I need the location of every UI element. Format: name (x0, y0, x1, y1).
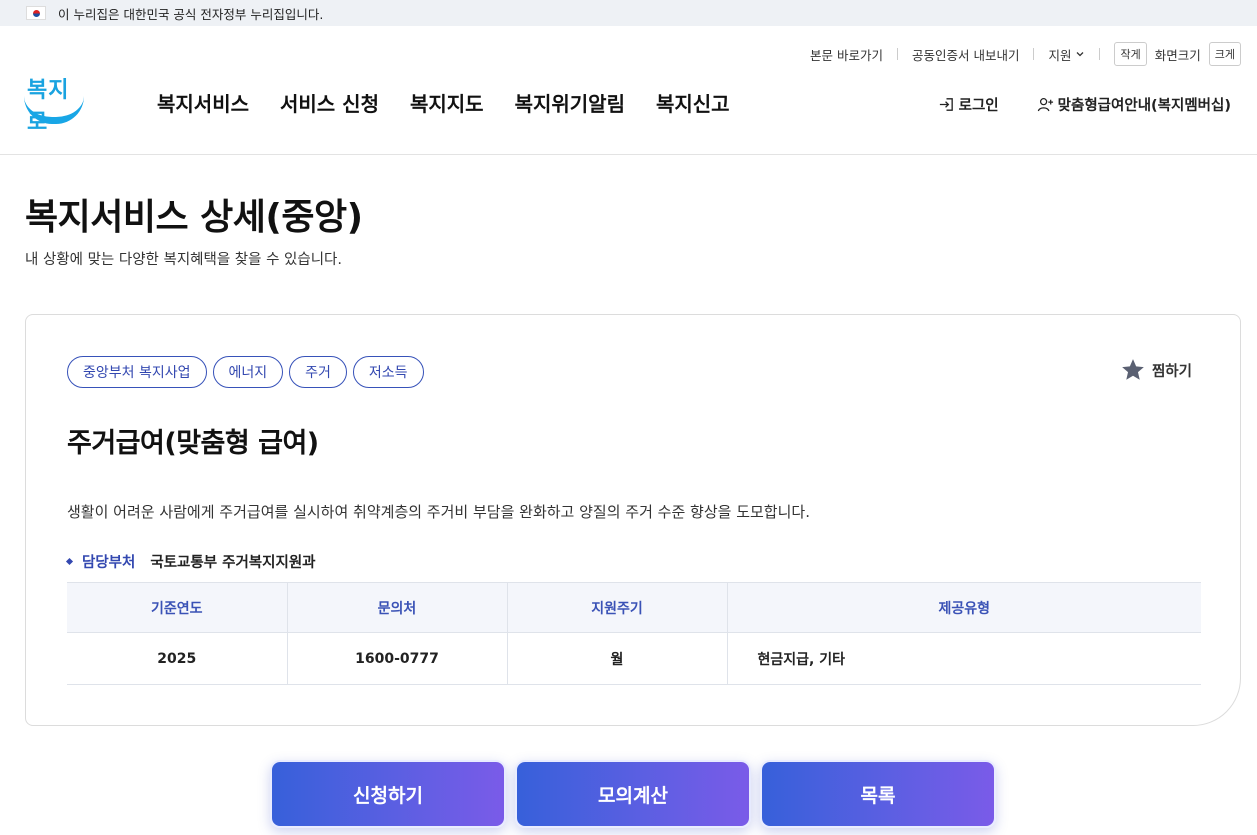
chevron-down-icon (1077, 52, 1084, 57)
gov-banner: 이 누리집은 대한민국 공식 전자정부 누리집입니다. (0, 0, 1257, 26)
page-title: 복지서비스 상세(중앙) (25, 197, 363, 238)
divider (1099, 48, 1101, 60)
tag-housing[interactable]: 주거 (289, 356, 347, 388)
table-header-row: 기준연도 문의처 지원주기 제공유형 (67, 582, 1201, 633)
department-info: 담당부처 국토교통부 주거복지지원과 (65, 551, 316, 572)
add-user-icon (1037, 98, 1053, 112)
simulate-button[interactable]: 모의계산 (515, 760, 751, 828)
support-label: 지원 (1048, 47, 1072, 63)
nav-item-welfare-services[interactable]: 복지서비스 (157, 88, 249, 117)
header-support-cycle: 지원주기 (506, 582, 727, 633)
list-button[interactable]: 목록 (760, 760, 996, 828)
korea-flag-icon (26, 6, 46, 20)
tag-central-ministry[interactable]: 중앙부처 복지사업 (67, 356, 207, 388)
service-title: 주거급여(맞춤형 급여) (67, 428, 319, 459)
utility-menu: 본문 바로가기 공동인증서 내보내기 지원 작게 화면크기 크게 (810, 42, 1241, 66)
login-button[interactable]: 로그인 (938, 94, 999, 115)
table-row: 2025 1600-0777 월 현금지급, 기타 (67, 632, 1201, 685)
zoom-label: 화면크기 (1154, 47, 1201, 63)
header-divider (0, 154, 1257, 155)
favorite-label: 찜하기 (1151, 363, 1192, 380)
header-actions: 로그인 맞춤형급여안내(복지멤버십) (938, 94, 1231, 115)
login-label: 로그인 (958, 98, 999, 114)
nav-item-welfare-map[interactable]: 복지지도 (410, 88, 484, 117)
service-detail-card: 중앙부처 복지사업 에너지 주거 저소득 찜하기 주거급여(맞춤형 급여) 생활… (25, 314, 1241, 726)
cell-support-cycle: 월 (506, 632, 727, 685)
divider (896, 48, 898, 60)
skip-to-content-link[interactable]: 본문 바로가기 (810, 45, 883, 64)
cell-provision-type: 현금지급, 기타 (726, 632, 1201, 685)
site-logo[interactable]: 복지로 (24, 72, 86, 135)
favorite-button[interactable]: 찜하기 (1120, 357, 1192, 383)
cell-base-year: 2025 (67, 632, 287, 685)
nav-item-service-apply[interactable]: 서비스 신청 (280, 88, 379, 117)
cert-export-link[interactable]: 공동인증서 내보내기 (912, 45, 1019, 64)
service-info-table: 기준연도 문의처 지원주기 제공유형 2025 1600-0777 월 현금지급… (67, 582, 1201, 685)
department-value: 국토교통부 주거복지지원과 (150, 555, 316, 571)
header-provision-type: 제공유형 (726, 582, 1201, 633)
gov-banner-text: 이 누리집은 대한민국 공식 전자정부 누리집입니다. (58, 6, 324, 22)
header-base-year: 기준연도 (67, 582, 287, 633)
action-buttons: 신청하기 모의계산 목록 (270, 760, 996, 828)
header-contact: 문의처 (286, 582, 507, 633)
nav-item-crisis-alert[interactable]: 복지위기알림 (515, 88, 625, 117)
main-navigation: 복지서비스 서비스 신청 복지지도 복지위기알림 복지신고 (157, 88, 730, 117)
zoom-out-button[interactable]: 작게 (1114, 42, 1147, 66)
cell-contact: 1600-0777 (286, 632, 507, 685)
support-dropdown[interactable]: 지원 (1048, 45, 1085, 64)
department-label: 담당부처 (82, 555, 136, 571)
membership-button[interactable]: 맞춤형급여안내(복지멤버십) (1037, 94, 1231, 115)
page-subtitle: 내 상황에 맞는 다양한 복지혜택을 찾을 수 있습니다. (25, 252, 343, 268)
tag-list: 중앙부처 복지사업 에너지 주거 저소득 (67, 356, 424, 388)
tag-low-income[interactable]: 저소득 (352, 356, 424, 388)
apply-button[interactable]: 신청하기 (270, 760, 506, 828)
diamond-bullet-icon (65, 557, 74, 566)
nav-item-welfare-report[interactable]: 복지신고 (656, 88, 730, 117)
login-icon (939, 98, 953, 111)
divider (1033, 48, 1035, 60)
star-icon (1122, 359, 1144, 380)
service-description: 생활이 어려운 사람에게 주거급여를 실시하여 취약계층의 주거비 부담을 완화… (67, 503, 810, 521)
tag-energy[interactable]: 에너지 (212, 356, 284, 388)
zoom-in-button[interactable]: 크게 (1208, 42, 1241, 66)
membership-label: 맞춤형급여안내(복지멤버십) (1057, 98, 1231, 114)
